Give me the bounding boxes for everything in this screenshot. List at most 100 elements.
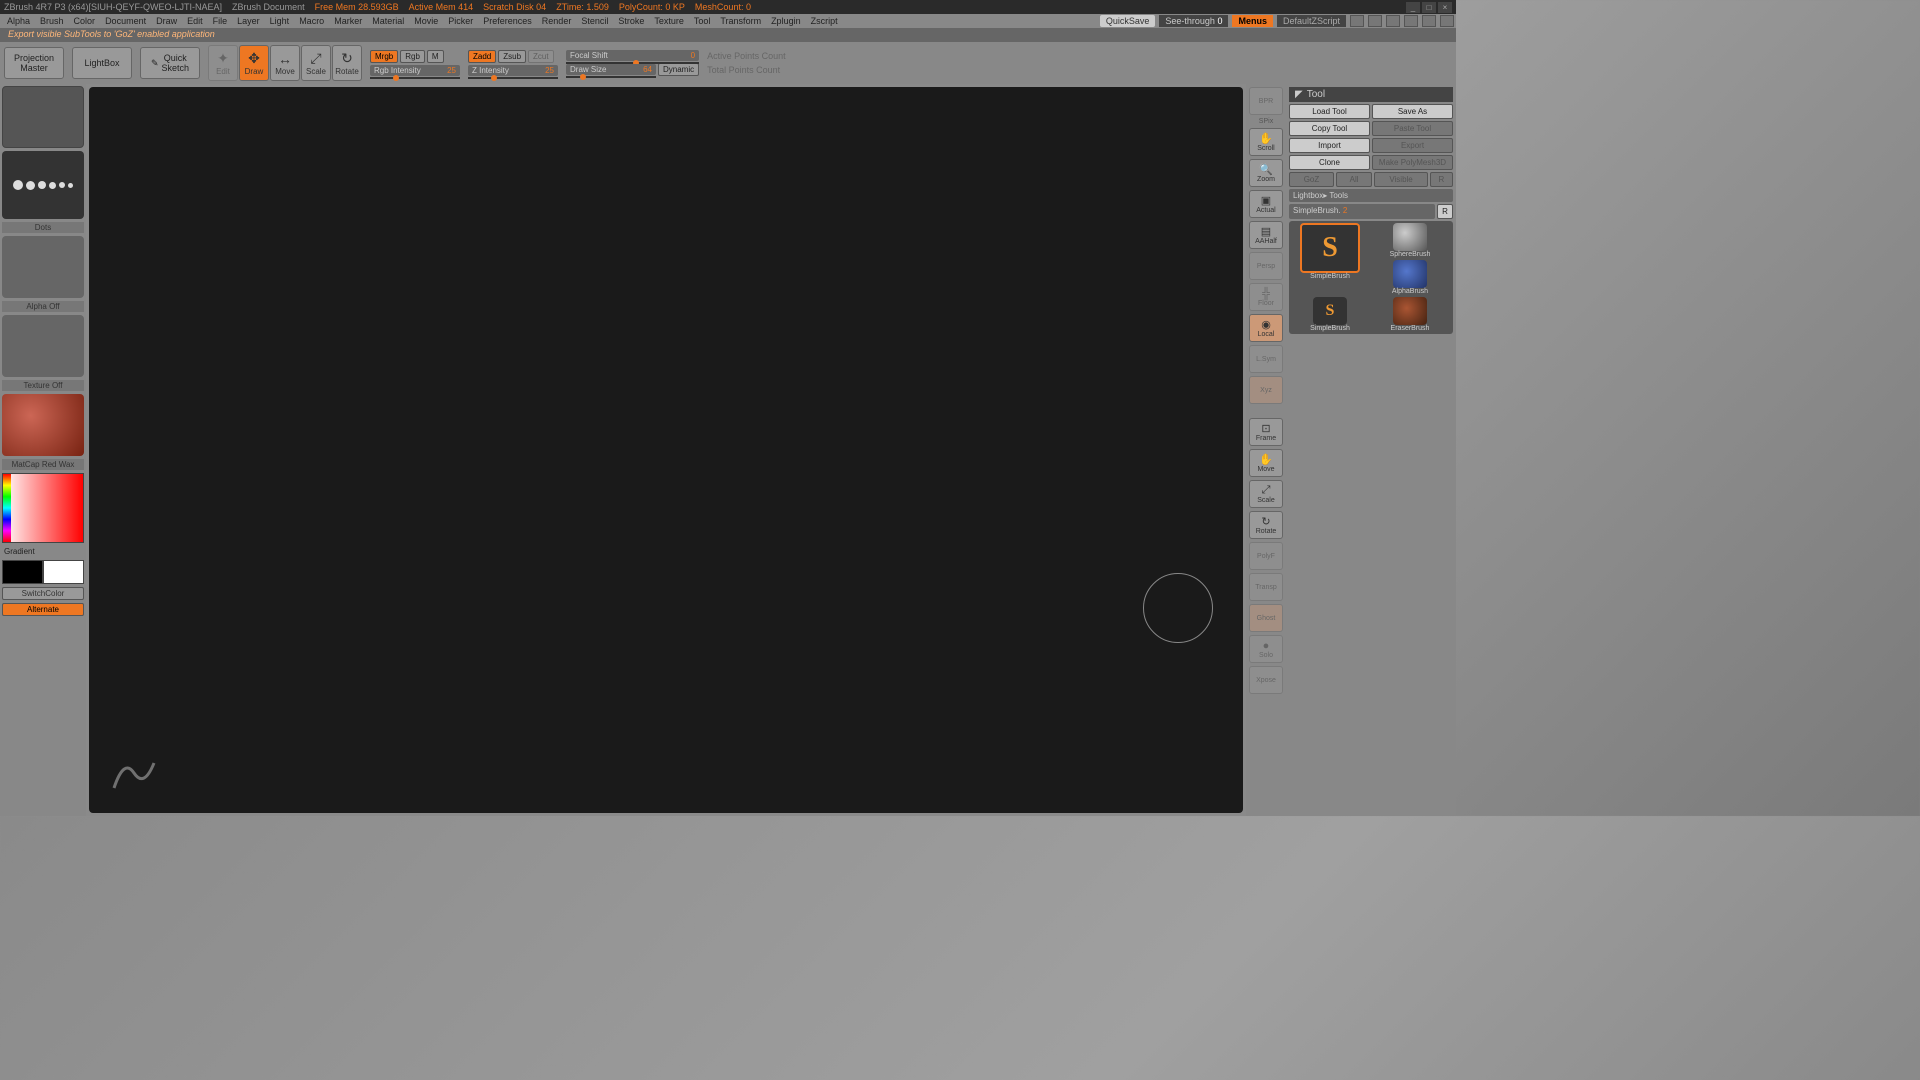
brush-preview[interactable]: [2, 86, 84, 148]
goz-button[interactable]: GoZ: [1289, 172, 1334, 187]
focal-shift-slider[interactable]: Focal Shift0: [566, 50, 699, 61]
tool-panel-header[interactable]: ◤Tool: [1289, 87, 1453, 102]
color-picker[interactable]: [2, 473, 84, 543]
quicksketch-button[interactable]: ✎Quick Sketch: [140, 47, 200, 79]
float-icon[interactable]: [1440, 15, 1454, 27]
goz-visible-button[interactable]: Visible: [1374, 172, 1428, 187]
alphabrush-thumb[interactable]: AlphaBrush: [1371, 260, 1449, 295]
spherebrush-thumb[interactable]: SphereBrush: [1371, 223, 1449, 258]
goz-r-button[interactable]: R: [1430, 172, 1453, 187]
menu-alpha[interactable]: Alpha: [2, 15, 35, 27]
solo-button[interactable]: ●Solo: [1249, 635, 1283, 663]
menu-file[interactable]: File: [208, 15, 233, 27]
seethrough-slider[interactable]: See-through 0: [1159, 15, 1228, 27]
menu-texture[interactable]: Texture: [649, 15, 689, 27]
floor-button[interactable]: ╬Floor: [1249, 283, 1283, 311]
menu-stencil[interactable]: Stencil: [576, 15, 613, 27]
texture-preview[interactable]: [2, 315, 84, 377]
menu-picker[interactable]: Picker: [443, 15, 478, 27]
menu-document[interactable]: Document: [100, 15, 151, 27]
rotate-nav-button[interactable]: ↻Rotate: [1249, 511, 1283, 539]
menu-transform[interactable]: Transform: [715, 15, 766, 27]
clone-button[interactable]: Clone: [1289, 155, 1370, 170]
move-button[interactable]: ↔Move: [270, 45, 300, 81]
defaultscript-button[interactable]: DefaultZScript: [1277, 15, 1346, 27]
gradient-label[interactable]: Gradient: [2, 546, 84, 557]
menu-render[interactable]: Render: [537, 15, 577, 27]
layout3-icon[interactable]: [1404, 15, 1418, 27]
material-preview[interactable]: [2, 394, 84, 456]
zsub-button[interactable]: Zsub: [498, 50, 526, 63]
polyf-button[interactable]: PolyF: [1249, 542, 1283, 570]
projection-master-button[interactable]: Projection Master: [4, 47, 64, 79]
menu-stroke[interactable]: Stroke: [613, 15, 649, 27]
import-button[interactable]: Import: [1289, 138, 1370, 153]
secondary-color[interactable]: [2, 560, 43, 584]
layout-icon[interactable]: [1368, 15, 1382, 27]
alpha-preview[interactable]: [2, 236, 84, 298]
persp-button[interactable]: Persp: [1249, 252, 1283, 280]
zadd-button[interactable]: Zadd: [468, 50, 496, 63]
goz-all-button[interactable]: All: [1336, 172, 1372, 187]
maximize-button[interactable]: □: [1422, 2, 1436, 13]
menu-draw[interactable]: Draw: [151, 15, 182, 27]
lightbox-tools-button[interactable]: Lightbox▸ Tools: [1289, 189, 1453, 202]
save-as-button[interactable]: Save As: [1372, 104, 1453, 119]
copy-tool-button[interactable]: Copy Tool: [1289, 121, 1370, 136]
menu-tool[interactable]: Tool: [689, 15, 716, 27]
draw-size-slider[interactable]: Draw Size64: [566, 64, 656, 75]
scroll-button[interactable]: ✋Scroll: [1249, 128, 1283, 156]
primary-color[interactable]: [43, 560, 84, 584]
z-intensity-slider[interactable]: Z Intensity25: [468, 65, 558, 76]
local-button[interactable]: ◉Local: [1249, 314, 1283, 342]
layout2-icon[interactable]: [1386, 15, 1400, 27]
close-button[interactable]: ×: [1438, 2, 1452, 13]
xyz-button[interactable]: Xyz: [1249, 376, 1283, 404]
r-button[interactable]: R: [1437, 204, 1453, 219]
menus-button[interactable]: Menus: [1232, 15, 1273, 27]
draw-button[interactable]: ✥Draw: [239, 45, 269, 81]
frame-button[interactable]: ⊡Frame: [1249, 418, 1283, 446]
scale-button[interactable]: ⤢Scale: [301, 45, 331, 81]
edit-button[interactable]: ✦Edit: [208, 45, 238, 81]
menu-edit[interactable]: Edit: [182, 15, 208, 27]
menu-layer[interactable]: Layer: [232, 15, 265, 27]
ghost-button[interactable]: Ghost: [1249, 604, 1283, 632]
minimize-button[interactable]: _: [1406, 2, 1420, 13]
scale-nav-button[interactable]: ⤢Scale: [1249, 480, 1283, 508]
simplebrush-thumb[interactable]: S SimpleBrush: [1291, 223, 1369, 295]
menu-macro[interactable]: Macro: [294, 15, 329, 27]
layout4-icon[interactable]: [1422, 15, 1436, 27]
dynamic-button[interactable]: Dynamic: [658, 63, 699, 76]
menu-brush[interactable]: Brush: [35, 15, 69, 27]
actual-button[interactable]: ▣Actual: [1249, 190, 1283, 218]
load-tool-button[interactable]: Load Tool: [1289, 104, 1370, 119]
simplebrush-thumb-2[interactable]: S SimpleBrush: [1291, 297, 1369, 332]
move-nav-button[interactable]: ✋Move: [1249, 449, 1283, 477]
lsym-button[interactable]: L.Sym: [1249, 345, 1283, 373]
rgb-button[interactable]: Rgb: [400, 50, 425, 63]
menu-preferences[interactable]: Preferences: [478, 15, 537, 27]
export-button[interactable]: Export: [1372, 138, 1453, 153]
xpose-button[interactable]: Xpose: [1249, 666, 1283, 694]
alternate-button[interactable]: Alternate: [2, 603, 84, 616]
rotate-button[interactable]: ↻Rotate: [332, 45, 362, 81]
rgb-intensity-slider[interactable]: Rgb Intensity25: [370, 65, 460, 76]
menu-marker[interactable]: Marker: [329, 15, 367, 27]
menu-zplugin[interactable]: Zplugin: [766, 15, 806, 27]
paste-tool-button[interactable]: Paste Tool: [1372, 121, 1453, 136]
quicksave-button[interactable]: QuickSave: [1100, 15, 1156, 27]
menu-movie[interactable]: Movie: [409, 15, 443, 27]
home-icon[interactable]: [1350, 15, 1364, 27]
m-button[interactable]: M: [427, 50, 444, 63]
make-polymesh-button[interactable]: Make PolyMesh3D: [1372, 155, 1453, 170]
eraserbrush-thumb[interactable]: EraserBrush: [1371, 297, 1449, 332]
menu-light[interactable]: Light: [265, 15, 295, 27]
menu-zscript[interactable]: Zscript: [806, 15, 843, 27]
aahalf-button[interactable]: ▤AAHalf: [1249, 221, 1283, 249]
lightbox-button[interactable]: LightBox: [72, 47, 132, 79]
zoom-button[interactable]: 🔍Zoom: [1249, 159, 1283, 187]
bpr-button[interactable]: BPR: [1249, 87, 1283, 115]
mrgb-button[interactable]: Mrgb: [370, 50, 398, 63]
canvas[interactable]: [89, 87, 1243, 813]
